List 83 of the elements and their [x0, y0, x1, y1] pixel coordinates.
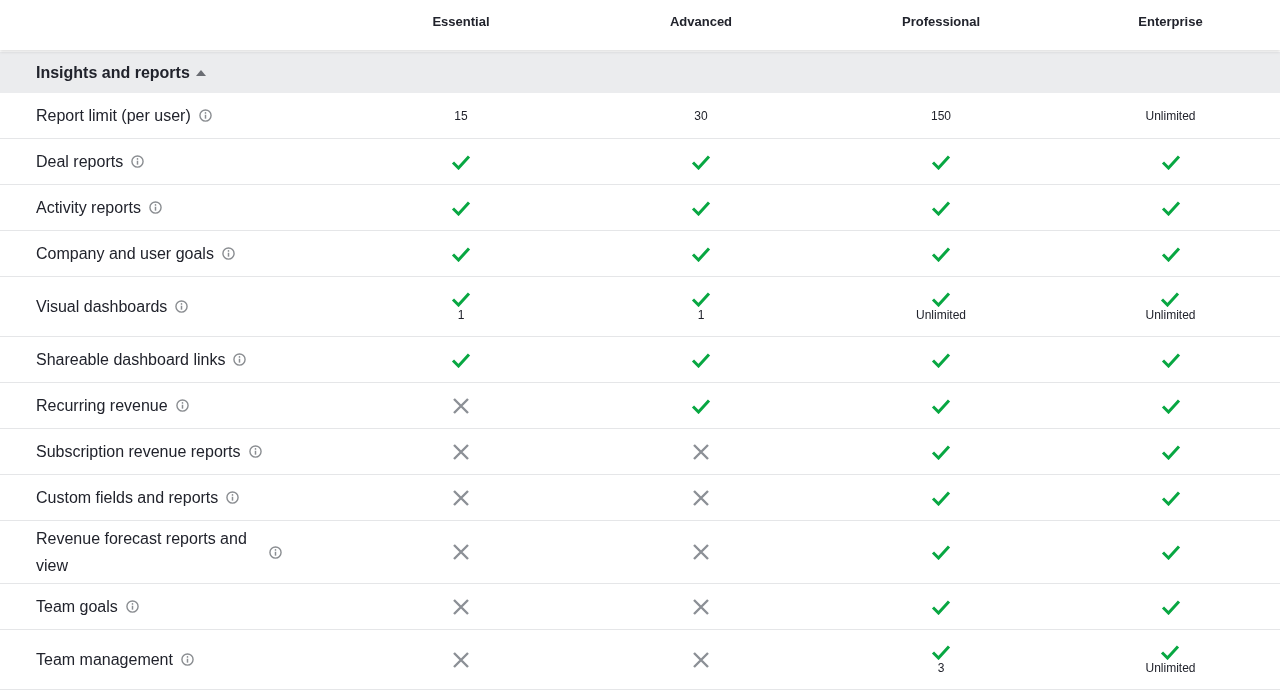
feature-label: Team management — [36, 650, 173, 670]
plan-name: Enterprise — [1138, 13, 1203, 31]
checkmark-icon — [931, 643, 951, 660]
feature-label: Subscription revenue reports — [36, 442, 241, 462]
checkmark-icon — [1160, 245, 1181, 262]
info-icon[interactable] — [226, 491, 240, 504]
info-icon[interactable] — [248, 445, 262, 458]
cross-icon — [452, 442, 470, 461]
cell-value: 150 — [931, 107, 951, 125]
checkmark-icon — [451, 245, 471, 262]
cell-value: Unlimited — [1145, 107, 1196, 125]
cell-note: Unlimited — [916, 306, 966, 323]
feature-label: Recurring revenue — [36, 396, 168, 416]
info-icon[interactable] — [131, 155, 145, 168]
feature-label: Revenue forecast reports and view — [36, 529, 248, 576]
checkmark-icon — [931, 397, 951, 414]
checkmark-icon — [1160, 443, 1181, 460]
cell-note: Unlimited — [1145, 306, 1196, 323]
info-icon[interactable] — [233, 353, 247, 366]
checkmark-icon — [1160, 199, 1181, 216]
checkmark-icon — [931, 598, 951, 615]
feature-label: Company and user goals — [36, 244, 214, 264]
checkmark-icon — [1160, 351, 1181, 368]
cross-icon — [452, 543, 470, 561]
checkmark-icon — [931, 290, 951, 307]
checkmark-icon — [691, 199, 711, 216]
info-icon[interactable] — [175, 300, 189, 313]
feature-label: Team goals — [36, 597, 118, 617]
checkmark-icon — [691, 351, 711, 368]
checkmark-icon — [691, 245, 711, 262]
plan-name: Essential — [432, 13, 490, 31]
info-icon[interactable] — [148, 201, 162, 214]
checkmark-icon — [1160, 397, 1181, 414]
checkmark-icon — [931, 443, 951, 460]
cross-icon — [692, 442, 710, 461]
info-icon[interactable] — [221, 247, 235, 260]
cross-icon — [452, 650, 470, 669]
checkmark-icon — [451, 290, 471, 307]
checkmark-icon — [931, 153, 951, 170]
plan-name: Professional — [902, 13, 980, 31]
checkmark-icon — [691, 397, 711, 414]
cell-note: 3 — [937, 659, 945, 676]
checkmark-icon — [931, 199, 951, 216]
feature-label: Visual dashboards — [36, 297, 168, 317]
feature-label: Shareable dashboard links — [36, 350, 226, 370]
cross-icon — [692, 597, 710, 616]
cell-value: 15 — [454, 107, 468, 125]
checkmark-icon — [451, 199, 471, 216]
plan-name: Advanced — [669, 13, 733, 31]
feature-label: Report limit (per user) — [36, 106, 191, 126]
checkmark-icon — [451, 153, 471, 170]
cross-icon — [452, 396, 470, 415]
cross-icon — [692, 650, 710, 669]
cell-value: 30 — [694, 107, 708, 125]
feature-label: Deal reports — [36, 152, 124, 172]
checkmark-icon — [1160, 290, 1181, 307]
checkmark-icon — [1160, 544, 1181, 560]
section-header[interactable]: Insights and reports — [0, 52, 1280, 93]
checkmark-icon — [691, 153, 711, 170]
checkmark-icon — [451, 351, 471, 368]
checkmark-icon — [1160, 598, 1181, 615]
cell-note: 1 — [457, 306, 465, 323]
cross-icon — [692, 543, 710, 561]
cross-icon — [452, 488, 470, 507]
cross-icon — [692, 488, 710, 507]
checkmark-icon — [931, 245, 951, 262]
checkmark-icon — [1160, 489, 1181, 506]
checkmark-icon — [1160, 153, 1181, 170]
checkmark-icon — [691, 290, 711, 307]
info-icon[interactable] — [198, 109, 212, 122]
info-icon[interactable] — [180, 653, 194, 666]
cross-icon — [452, 597, 470, 616]
checkmark-icon — [1160, 643, 1181, 660]
info-icon[interactable] — [175, 399, 189, 412]
cell-note: Unlimited — [1145, 659, 1196, 676]
feature-label: Custom fields and reports — [36, 488, 219, 508]
info-icon[interactable] — [125, 600, 139, 613]
checkmark-icon — [931, 351, 951, 368]
info-icon[interactable] — [269, 545, 282, 559]
checkmark-icon — [931, 544, 951, 560]
checkmark-icon — [931, 489, 951, 506]
feature-label: Activity reports — [36, 198, 141, 218]
cell-note: 1 — [697, 306, 705, 323]
